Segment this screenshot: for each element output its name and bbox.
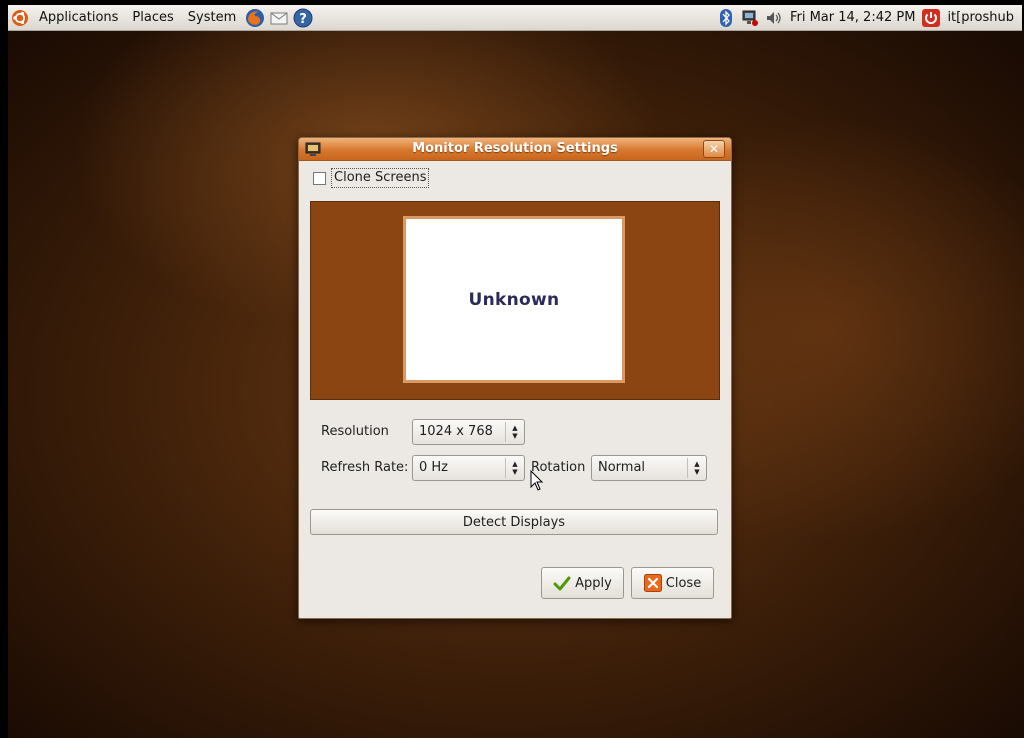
dialog-title: Monitor Resolution Settings (412, 141, 618, 156)
refresh-rate-value: 0 Hz (419, 460, 449, 475)
screen-border (0, 0, 8, 738)
bluetooth-icon[interactable] (716, 8, 736, 28)
svg-text:?: ? (299, 12, 307, 27)
menu-applications[interactable]: Applications (32, 5, 125, 30)
clock[interactable]: Fri Mar 14, 2:42 PM (786, 5, 919, 30)
cancel-icon (643, 574, 662, 592)
ubuntu-logo-icon[interactable] (10, 8, 30, 28)
firefox-icon[interactable] (245, 8, 265, 28)
network-icon[interactable] (740, 8, 760, 28)
apply-button[interactable]: Apply (541, 567, 624, 599)
menu-places[interactable]: Places (125, 5, 180, 30)
clone-screens-checkbox[interactable] (313, 171, 326, 185)
apply-label: Apply (575, 575, 612, 591)
volume-icon[interactable] (764, 8, 784, 28)
refresh-rate-select[interactable]: 0 Hz ▲ ▼ (412, 455, 525, 481)
updown-arrows-icon: ▲ ▼ (687, 458, 706, 478)
monitor-preview-area: Unknown (310, 201, 720, 400)
refresh-rate-label: Refresh Rate: (321, 460, 409, 475)
resolution-value: 1024 x 768 (419, 424, 493, 439)
detect-displays-button[interactable]: Detect Displays (310, 509, 718, 535)
detect-displays-label: Detect Displays (462, 514, 566, 530)
checkmark-icon (553, 574, 571, 592)
updown-arrows-icon: ▲ ▼ (505, 422, 524, 442)
monitor-preview[interactable]: Unknown (403, 216, 625, 383)
close-icon[interactable]: ✕ (703, 140, 725, 158)
rotation-select[interactable]: Normal ▲ ▼ (591, 455, 707, 481)
help-icon[interactable]: ? (293, 8, 313, 28)
mail-icon[interactable] (269, 8, 289, 28)
dialog-titlebar[interactable]: Monitor Resolution Settings ✕ (299, 138, 731, 161)
resolution-select[interactable]: 1024 x 768 ▲ ▼ (412, 419, 525, 445)
mouse-pointer-icon (530, 469, 544, 492)
close-label: Close (665, 575, 702, 591)
monitor-resolution-dialog: Monitor Resolution Settings ✕ Clone Scre… (298, 137, 732, 619)
power-icon[interactable] (921, 8, 941, 28)
close-button[interactable]: Close (631, 567, 714, 599)
clone-screens-option[interactable]: Clone Screens (313, 168, 430, 188)
panel-tray: Fri Mar 14, 2:42 PM it[proshub (714, 5, 1016, 30)
clone-screens-label[interactable]: Clone Screens (331, 168, 430, 188)
top-panel: Applications Places System ? Fri Mar 14,… (8, 5, 1022, 31)
rotation-value: Normal (598, 460, 646, 475)
resolution-label: Resolution (321, 424, 389, 439)
menu-system[interactable]: System (181, 5, 243, 30)
monitor-name: Unknown (468, 289, 560, 310)
updown-arrows-icon: ▲ ▼ (505, 458, 524, 478)
username[interactable]: it[proshub (943, 5, 1016, 30)
